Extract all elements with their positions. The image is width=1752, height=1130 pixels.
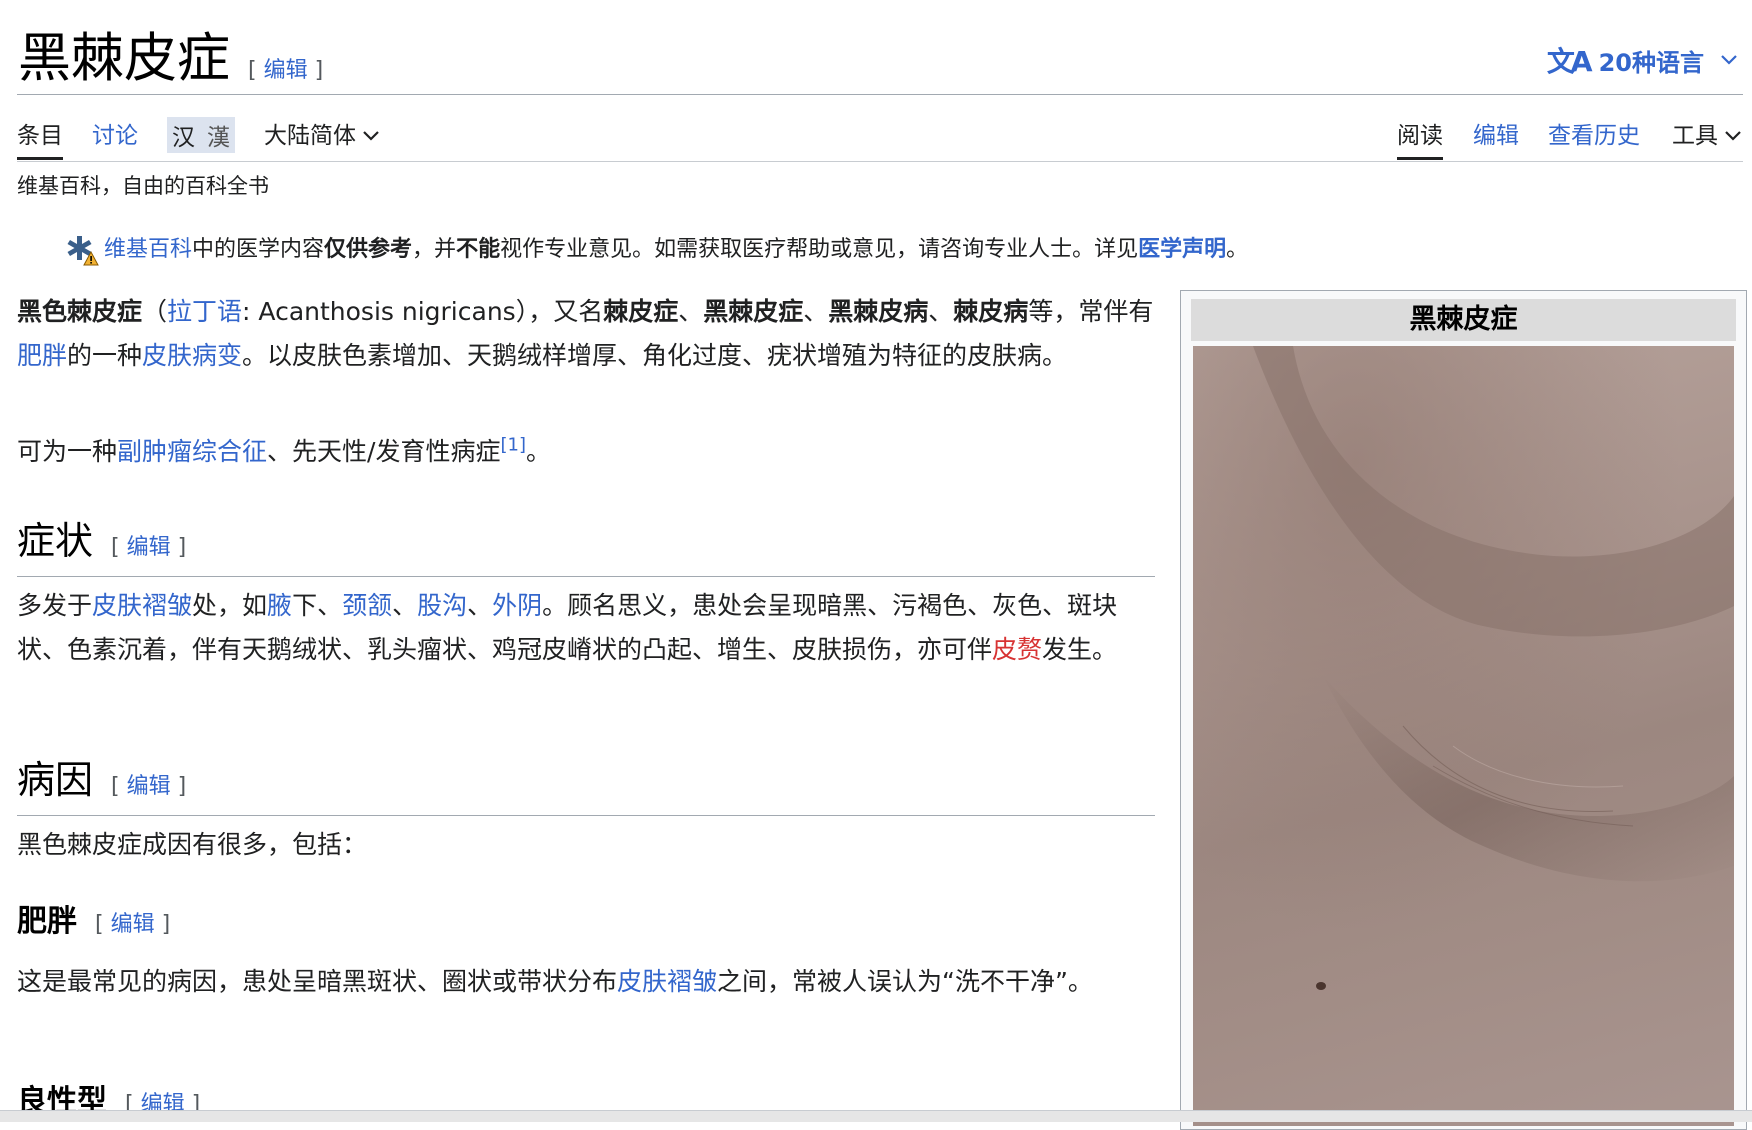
text: 、 — [467, 591, 493, 620]
text: 可为一种 — [17, 437, 118, 466]
lead-paragraph-2: 可为一种副肿瘤综合征、先天性/发育性病症[1]。 — [17, 430, 1155, 474]
site-tagline: 维基百科，自由的百科全书 — [17, 174, 269, 198]
title-divider — [17, 94, 1743, 95]
language-selector-button[interactable]: 文A 20种语言 — [1547, 40, 1738, 80]
variant-region-dropdown[interactable]: 大陆简体 — [264, 116, 380, 156]
symptoms-paragraph: 多发于皮肤褶皱处，如腋下、颈颔、股沟、外阴。顾名思义，患处会呈现暗黑、污褐色、灰… — [17, 584, 1155, 672]
reference-link[interactable]: [1] — [500, 435, 526, 456]
text: 等，常伴有 — [1028, 297, 1154, 326]
neck-link[interactable]: 颈颔 — [342, 591, 392, 620]
section-edit: [ 编辑 ] — [95, 912, 171, 937]
heading-text: 病因 — [17, 758, 94, 802]
edit-link[interactable]: 编辑 — [127, 535, 171, 560]
skin-fold-link[interactable]: 皮肤褶皱 — [617, 967, 717, 996]
notice-text: ，并 — [412, 237, 457, 262]
infobox-image[interactable] — [1193, 346, 1734, 1126]
paraneoplastic-link[interactable]: 副肿瘤综合征 — [117, 437, 267, 466]
window-bottom-bar — [0, 1110, 1752, 1122]
section-heading-symptoms: 症状 [ 编辑 ] — [17, 515, 1155, 577]
section-heading-causes: 病因 [ 编辑 ] — [17, 754, 1155, 816]
skin-fold-link[interactable]: 皮肤褶皱 — [92, 591, 192, 620]
text: 、 — [678, 297, 704, 326]
skin-photo-illustration — [1193, 346, 1734, 1126]
term-bold: 黑色棘皮症 — [17, 297, 143, 326]
notice-bold: 仅供参考 — [324, 237, 413, 262]
notice-text: 视作专业意见。如需获取医疗帮助或意见，请咨询专业人士。详见 — [500, 237, 1139, 262]
obesity-paragraph: 这是最常见的病因，患处呈暗黑斑状、圈状或带状分布皮肤褶皱之间，常被人误认为“洗不… — [17, 960, 1155, 1004]
text: 之间，常被人误认为“洗不干净”。 — [717, 967, 1093, 996]
medical-disclaimer-link[interactable]: 医学声明 — [1138, 237, 1226, 262]
language-count-label: 20种语言 — [1598, 48, 1704, 77]
tabs-divider — [17, 161, 1743, 162]
notice-text: 。 — [1226, 237, 1249, 262]
notice-bold: 不能 — [456, 237, 501, 262]
subsection-heading-obesity: 肥胖 [ 编辑 ] — [17, 900, 170, 947]
text: 处，如 — [192, 591, 268, 620]
variant-simplified[interactable]: 汉 — [172, 118, 195, 152]
title-edit-link: [ 编辑 ] — [248, 58, 324, 83]
tools-dropdown[interactable]: 工具 — [1672, 116, 1742, 156]
text: （ — [142, 297, 168, 326]
text: 、 — [928, 297, 954, 326]
text: 、 — [803, 297, 829, 326]
term-bold: 黑棘皮症 — [703, 297, 804, 326]
page-tabs: 条目 讨论 汉 漢 大陆简体 阅读 编辑 查看历史 工具 — [0, 108, 1752, 160]
chevron-down-icon — [1725, 131, 1741, 141]
section-edit: [ 编辑 ] — [111, 774, 187, 799]
tab-article[interactable]: 条目 — [17, 116, 63, 160]
translate-icon: 文A — [1546, 45, 1593, 78]
skin-lesion-link[interactable]: 皮肤病变 — [142, 341, 242, 370]
vulva-link[interactable]: 外阴 — [492, 591, 542, 620]
edit-link[interactable]: 编辑 — [111, 912, 155, 937]
term-bold: 棘皮病 — [953, 297, 1029, 326]
section-edit: [ 编辑 ] — [111, 535, 187, 560]
skin-tag-redlink[interactable]: 皮赘 — [992, 635, 1042, 664]
tab-read[interactable]: 阅读 — [1397, 116, 1443, 160]
infobox-title: 黑棘皮症 — [1191, 299, 1736, 341]
text: 多发于 — [17, 591, 93, 620]
page-title: 黑棘皮症 — [18, 28, 230, 89]
infobox: 黑棘皮症 — [1180, 290, 1747, 1130]
chevron-down-icon — [1721, 55, 1737, 65]
groin-link[interactable]: 股沟 — [417, 591, 467, 620]
edit-link[interactable]: 编辑 — [264, 58, 308, 83]
variant-toggle[interactable]: 汉 漢 — [167, 117, 235, 153]
term-bold: 棘皮症 — [603, 297, 679, 326]
tab-edit[interactable]: 编辑 — [1473, 116, 1519, 156]
heading-text: 症状 — [17, 519, 94, 563]
text: 的一种 — [67, 341, 143, 370]
term-bold: 黑棘皮病 — [828, 297, 929, 326]
armpit-link[interactable]: 腋 — [267, 591, 292, 620]
latin-link[interactable]: 拉丁语 — [167, 297, 242, 326]
text: 。以皮肤色素增加、天鹅绒样增厚、角化过度、疣状增殖为特征的皮肤病。 — [242, 341, 1068, 370]
text: : Acanthosis nigricans），又名 — [242, 297, 604, 326]
text: 。 — [525, 437, 551, 466]
wikipedia-link[interactable]: 维基百科 — [104, 237, 192, 262]
notice-text: 中的医学内容 — [192, 237, 325, 262]
tab-talk[interactable]: 讨论 — [92, 116, 138, 156]
variant-region-label: 大陆简体 — [264, 123, 356, 149]
variant-traditional[interactable]: 漢 — [207, 118, 230, 152]
tools-label: 工具 — [1672, 123, 1718, 149]
text: 发生。 — [1042, 635, 1118, 664]
tab-history[interactable]: 查看历史 — [1548, 116, 1640, 156]
lead-paragraph: 黑色棘皮症（拉丁语: Acanthosis nigricans），又名棘皮症、黑… — [17, 290, 1155, 378]
text: 这是最常见的病因，患处呈暗黑斑状、圈状或带状分布 — [17, 967, 618, 996]
text: 下、 — [292, 591, 343, 620]
medical-disclaimer-notice: 维基百科中的医学内容仅供参考，并不能视作专业意见。如需获取医疗帮助或意见，请咨询… — [62, 232, 1248, 268]
text: 、先天性/发育性病症 — [267, 437, 501, 466]
edit-link[interactable]: 编辑 — [127, 774, 171, 799]
medical-warning-icon — [67, 236, 99, 266]
causes-intro: 黑色棘皮症成因有很多，包括： — [17, 830, 368, 859]
text: 、 — [392, 591, 418, 620]
heading-text: 肥胖 — [17, 904, 77, 939]
obesity-link[interactable]: 肥胖 — [17, 341, 67, 370]
chevron-down-icon — [363, 131, 379, 141]
